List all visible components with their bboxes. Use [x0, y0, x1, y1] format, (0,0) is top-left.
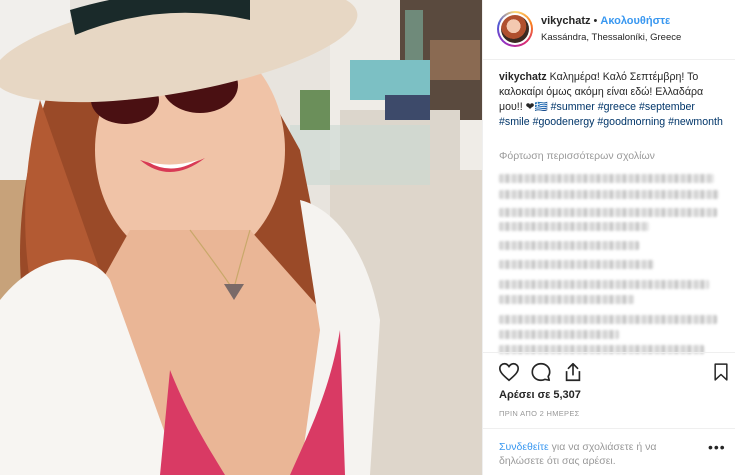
heart-icon[interactable]: [498, 361, 520, 383]
hashtag-link[interactable]: #goodmorning: [597, 116, 665, 128]
location-link[interactable]: Kassándra, Thessaloníki, Greece: [541, 32, 681, 43]
bookmark-icon[interactable]: [711, 361, 731, 383]
likes-count[interactable]: Αρέσει σε 5,307: [499, 389, 581, 401]
hashtag-link[interactable]: #smile: [499, 116, 530, 128]
login-link[interactable]: Συνδεθείτε: [499, 441, 549, 453]
blurred-comment: [499, 315, 717, 324]
post-timestamp: ΠΡΙΝ ΑΠΟ 2 ΗΜΕΡΕΣ: [499, 409, 580, 418]
post-sidebar: vikychatz • Ακολουθήστε Kassándra, Thessal…: [482, 0, 735, 475]
avatar[interactable]: [497, 11, 533, 47]
hashtag-link[interactable]: #summer: [551, 101, 595, 113]
separator-dot: •: [593, 15, 598, 27]
load-more-comments-button[interactable]: Φόρτωση περισσότερων σχολίων: [499, 150, 655, 162]
profile-picture: [501, 15, 529, 43]
caption-username[interactable]: vikychatz: [499, 71, 547, 83]
more-options-button[interactable]: •••: [708, 439, 726, 455]
post-header: vikychatz • Ακολουθήστε Kassándra, Thessal…: [483, 0, 735, 60]
caption: vikychatz Καλημέρα! Καλό Σεπτέμβρη! Το κ…: [499, 70, 723, 130]
blurred-comment: [499, 330, 619, 339]
header-username[interactable]: vikychatz: [541, 15, 591, 27]
selfie-image: [0, 0, 482, 475]
hashtag-link[interactable]: #september: [639, 101, 695, 113]
blurred-comment: [499, 208, 717, 217]
hashtag-link[interactable]: #newmonth: [668, 116, 723, 128]
follow-button[interactable]: Ακολουθήστε: [600, 15, 670, 27]
blurred-comment: [499, 295, 634, 304]
blurred-comment: [499, 260, 654, 269]
comment-bubble-icon[interactable]: [530, 361, 552, 383]
header-user-line: vikychatz • Ακολουθήστε: [541, 15, 670, 27]
login-prompt: Συνδεθείτε για να σχολιάσετε ή να δηλώσε…: [499, 440, 689, 468]
post-photo[interactable]: [0, 0, 482, 475]
blurred-comment: [499, 222, 649, 231]
blurred-comment: [499, 174, 714, 183]
share-icon[interactable]: [562, 361, 584, 383]
blurred-comment: [499, 241, 639, 250]
hashtag-link[interactable]: #goodenergy: [533, 116, 595, 128]
comment-login-footer: Συνδεθείτε για να σχολιάσετε ή να δηλώσε…: [483, 428, 735, 475]
blurred-comment: [499, 190, 719, 199]
hashtag-link[interactable]: #greece: [598, 101, 636, 113]
blurred-comment: [499, 280, 709, 289]
